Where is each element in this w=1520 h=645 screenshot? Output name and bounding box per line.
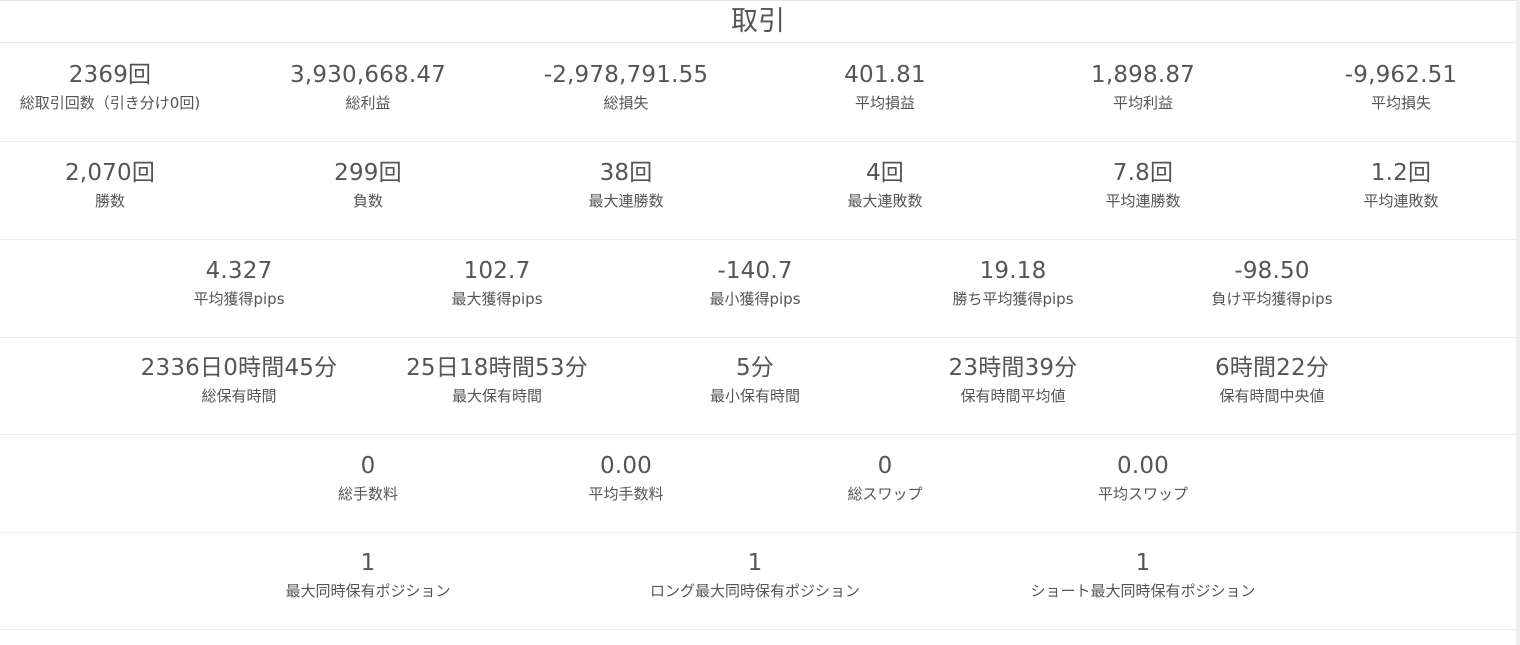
stats-row-positions: 1 最大同時保有ポジション 1 ロング最大同時保有ポジション 1 ショート最大同… [0,532,1516,630]
stat-label: 最小保有時間 [709,387,800,405]
stat-label: 平均損益 [854,94,915,112]
stat-value: 401.81 [844,62,926,88]
stat-label: 平均スワップ [1097,485,1188,503]
stat-value: 1.2回 [1370,160,1432,186]
stat-value: 1 [360,550,376,576]
stat-value: 19.18 [979,258,1047,284]
stat-label: 平均手数料 [588,485,664,503]
stat-label: 勝ち平均獲得pips [952,290,1074,308]
stat-value: 102.7 [463,258,531,284]
stat-value: 7.8回 [1112,160,1174,186]
stat-label: 勝数 [94,192,125,210]
stat-max-loss-streak: 4回 最大連敗数 [785,156,985,212]
stats-row-trades: 2369回 総取引回数（引き分け0回) 3,930,668.47 総利益 -2,… [0,44,1516,142]
stat-value: 5分 [735,355,775,381]
page-edge [1516,0,1520,645]
stat-total-trades: 2369回 総取引回数（引き分け0回) [0,58,220,114]
stat-average-profit: 1,898.87 平均利益 [1043,58,1243,114]
stat-avg-pips: 4.327 平均獲得pips [129,254,349,310]
stat-total-profit: 3,930,668.47 総利益 [268,58,468,114]
stat-avg-fees: 0.00 平均手数料 [526,449,726,505]
stat-avg-win-streak: 7.8回 平均連勝数 [1043,156,1243,212]
stat-median-holding-time: 6時間22分 保有時間中央値 [1162,351,1382,407]
stat-label: ロング最大同時保有ポジション [649,582,860,600]
stat-value: -140.7 [717,258,793,284]
stat-label: 平均連敗数 [1363,192,1439,210]
stat-value: 0 [877,453,893,479]
stat-value: 2336日0時間45分 [140,355,338,381]
stat-value: 4回 [865,160,905,186]
stat-label: 負け平均獲得pips [1211,290,1333,308]
stat-label: 総スワップ [847,485,923,503]
stat-total-holding-time: 2336日0時間45分 総保有時間 [114,351,364,407]
stat-label: ショート最大同時保有ポジション [1030,582,1256,600]
stat-value: 23時間39分 [948,355,1078,381]
stat-min-pips: -140.7 最小獲得pips [645,254,865,310]
stat-average-loss: -9,962.51 平均損失 [1301,58,1501,114]
trade-stats-panel: 取引 2369回 総取引回数（引き分け0回) 3,930,668.47 総利益 … [0,0,1516,645]
stat-value: -2,978,791.55 [543,62,709,88]
stat-value: 1,898.87 [1090,62,1196,88]
stat-value: 0.00 [1116,453,1169,479]
stat-max-short-positions: 1 ショート最大同時保有ポジション [993,546,1293,602]
stat-value: 1 [1135,550,1151,576]
stat-value: 4.327 [205,258,273,284]
stat-label: 平均利益 [1112,94,1173,112]
stat-total-loss: -2,978,791.55 総損失 [526,58,726,114]
stat-value: 0 [360,453,376,479]
stat-label: 総保有時間 [201,387,277,405]
stat-value: 2369回 [68,62,152,88]
stat-max-long-positions: 1 ロング最大同時保有ポジション [610,546,900,602]
stat-average-pl: 401.81 平均損益 [785,58,985,114]
stat-value: -98.50 [1234,258,1310,284]
stat-label: 負数 [352,192,383,210]
stat-loss-avg-pips: -98.50 負け平均獲得pips [1152,254,1392,310]
stat-label: 総損失 [603,94,649,112]
stat-total-swap: 0 総スワップ [785,449,985,505]
stats-row-fees-swaps: 0 総手数料 0.00 平均手数料 0 総スワップ 0.00 平均スワップ [0,435,1516,533]
stat-value: 0.00 [599,453,652,479]
stat-win-avg-pips: 19.18 勝ち平均獲得pips [893,254,1133,310]
stat-label: 最大同時保有ポジション [285,582,451,600]
stat-value: 38回 [599,160,653,186]
stat-label: 最大連敗数 [847,192,923,210]
stat-total-fees: 0 総手数料 [268,449,468,505]
stat-avg-loss-streak: 1.2回 平均連敗数 [1301,156,1501,212]
stat-label: 平均獲得pips [193,290,285,308]
stat-value: 3,930,668.47 [289,62,447,88]
stat-label: 総手数料 [337,485,398,503]
stat-label: 最大獲得pips [451,290,543,308]
stat-max-win-streak: 38回 最大連勝数 [526,156,726,212]
stats-row-pips: 4.327 平均獲得pips 102.7 最大獲得pips -140.7 最小獲… [0,240,1516,338]
stat-label: 保有時間中央値 [1219,387,1325,405]
stats-row-streaks: 2,070回 勝数 299回 負数 38回 最大連勝数 4回 最大連敗数 7.8… [0,142,1516,240]
stats-row-holding-time: 2336日0時間45分 総保有時間 25日18時間53分 最大保有時間 5分 最… [0,337,1516,435]
stat-value: 1 [747,550,763,576]
stat-label: 最小獲得pips [709,290,801,308]
stat-value: 2,070回 [64,160,156,186]
stat-label: 平均損失 [1370,94,1431,112]
stat-label: 総利益 [345,94,391,112]
stat-label: 最大連勝数 [588,192,664,210]
stat-value: -9,962.51 [1344,62,1458,88]
stat-value: 25日18時間53分 [406,355,588,381]
stat-max-pips: 102.7 最大獲得pips [387,254,607,310]
stat-avg-holding-time: 23時間39分 保有時間平均値 [903,351,1123,407]
stat-min-holding-time: 5分 最小保有時間 [655,351,855,407]
stat-max-concurrent-positions: 1 最大同時保有ポジション [243,546,493,602]
stat-losses: 299回 負数 [268,156,468,212]
stat-label: 平均連勝数 [1105,192,1181,210]
stat-avg-swap: 0.00 平均スワップ [1043,449,1243,505]
stat-value: 6時間22分 [1214,355,1330,381]
stat-wins: 2,070回 勝数 [10,156,210,212]
section-title: 取引 [0,1,1516,43]
stat-label: 保有時間平均値 [960,387,1066,405]
stat-value: 299回 [334,160,402,186]
stat-label: 最大保有時間 [451,387,542,405]
stat-label: 総取引回数（引き分け0回) [19,94,201,112]
stat-max-holding-time: 25日18時間53分 最大保有時間 [372,351,622,407]
